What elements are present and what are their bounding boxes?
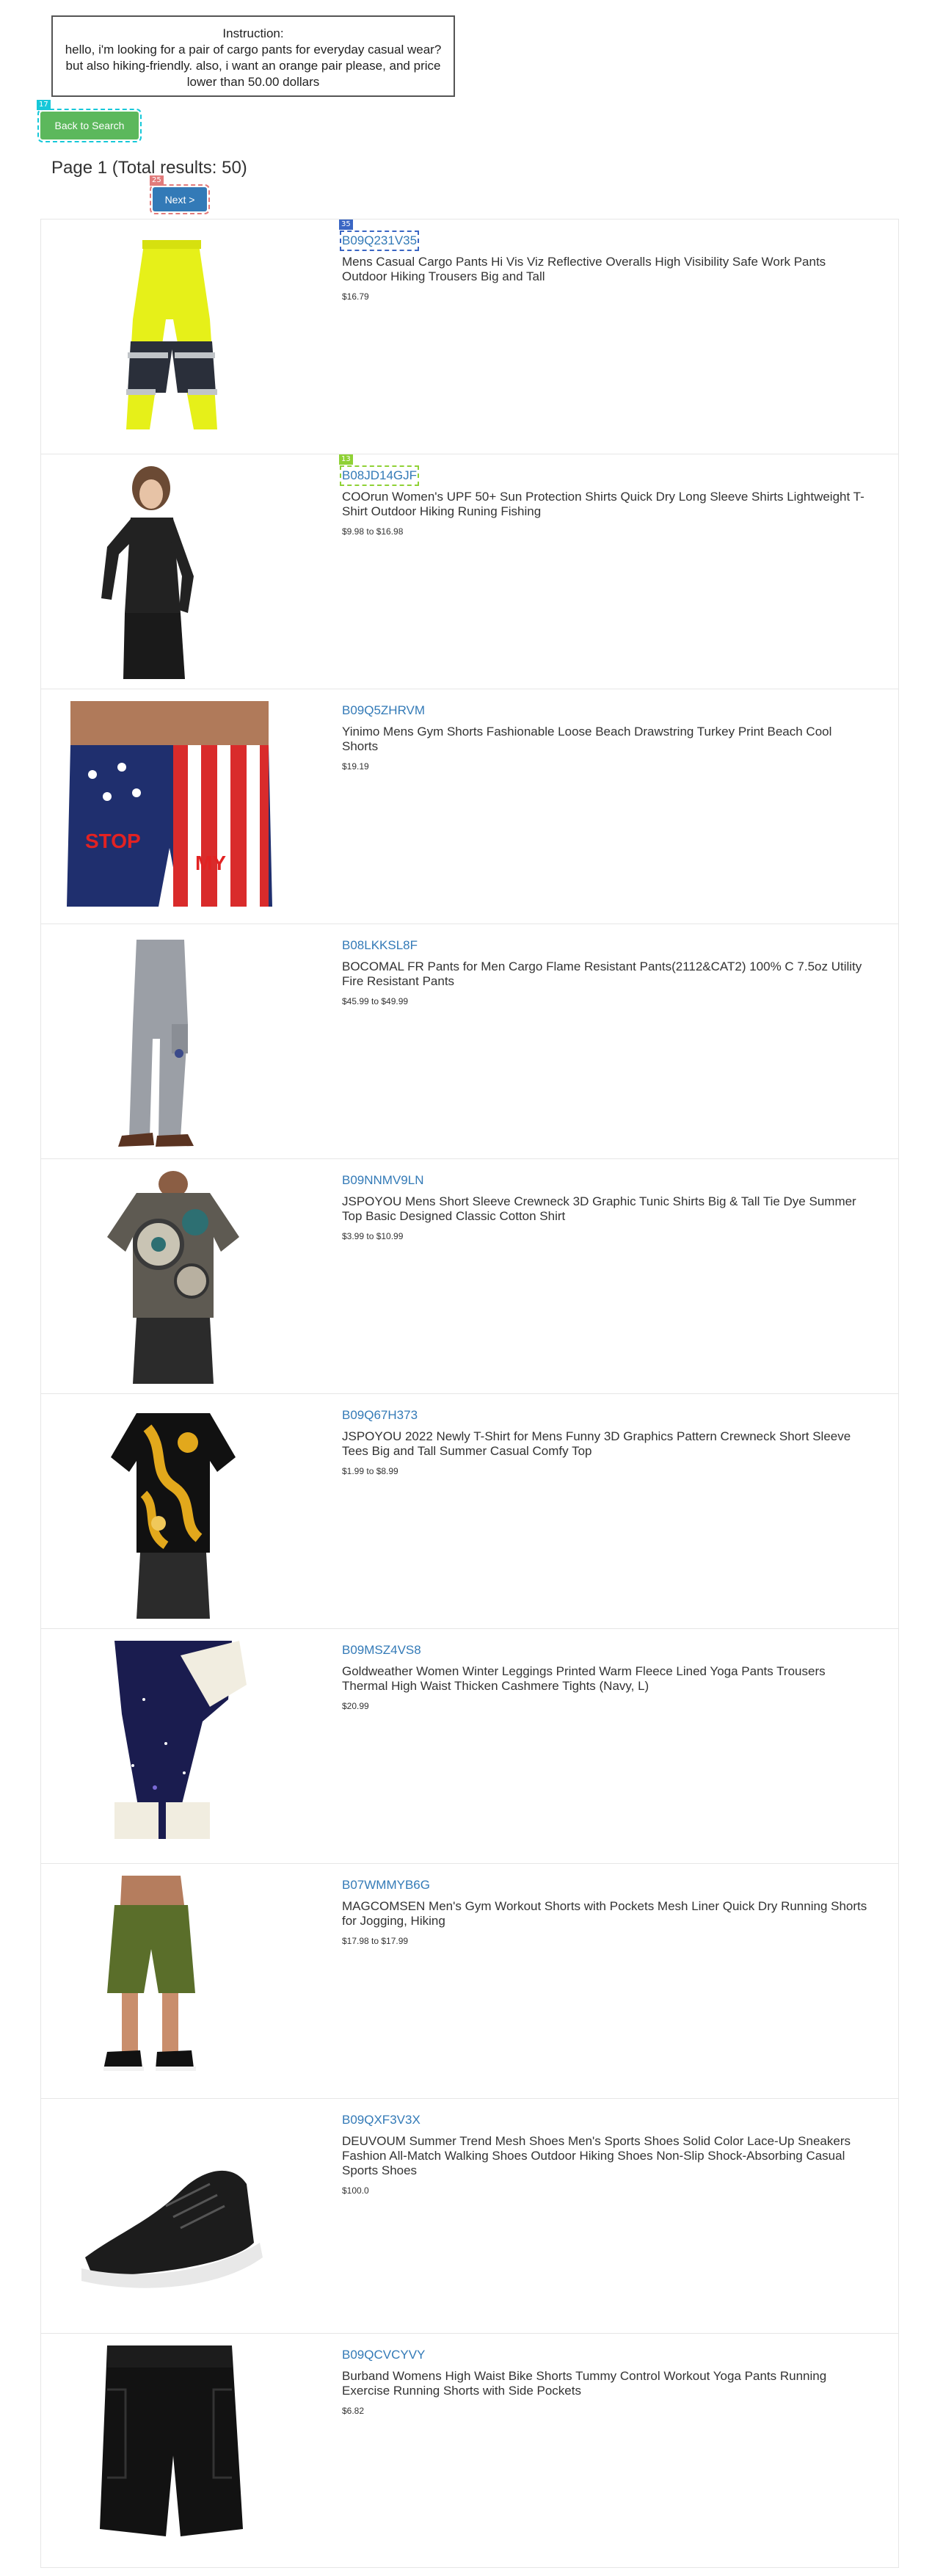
product-asin-link[interactable]: B09Q67H373 xyxy=(342,1407,418,1423)
product-price: $6.82 xyxy=(342,2406,365,2416)
gear-print-shirt-image[interactable] xyxy=(63,1171,276,1384)
asin-marker: 13 xyxy=(339,454,353,465)
galaxy-leggings-image[interactable] xyxy=(63,1641,276,1854)
result-row: B08LKKSL8F BOCOMAL FR Pants for Men Carg… xyxy=(40,924,899,1158)
next-marker: 25 xyxy=(150,175,164,186)
results-list: 35 B09Q231V35 Mens Casual Cargo Pants Hi… xyxy=(40,219,899,2568)
product-price: $16.79 xyxy=(342,291,369,302)
instruction-heading: Instruction: xyxy=(222,26,284,40)
product-asin-link[interactable]: B08JD14GJF xyxy=(339,465,420,486)
product-asin-link[interactable]: B09Q5ZHRVM xyxy=(342,703,425,719)
product-price: $9.98 to $16.98 xyxy=(342,526,404,537)
product-asin-link[interactable]: B09Q231V35 xyxy=(339,231,420,251)
back-to-search-button[interactable]: Back to Search xyxy=(37,109,142,142)
product-title: Yinimo Mens Gym Shorts Fashionable Loose… xyxy=(342,725,832,753)
product-title: Mens Casual Cargo Pants Hi Vis Viz Refle… xyxy=(342,255,826,283)
next-page-button[interactable]: Next > xyxy=(150,184,210,214)
product-title: JSPOYOU 2022 Newly T-Shirt for Mens Funn… xyxy=(342,1429,851,1458)
olive-shorts-image[interactable] xyxy=(63,1876,276,2089)
asin-marker: 35 xyxy=(339,219,353,230)
result-row: B09QCVCYVY Burband Womens High Waist Bik… xyxy=(40,2333,899,2568)
product-price: $1.99 to $8.99 xyxy=(342,1466,398,1476)
product-title: Burband Womens High Waist Bike Shorts Tu… xyxy=(342,2369,827,2398)
product-asin-link[interactable]: B09QXF3V3X xyxy=(342,2112,421,2128)
bike-shorts-image[interactable] xyxy=(63,2345,276,2558)
product-title: JSPOYOU Mens Short Sleeve Crewneck 3D Gr… xyxy=(342,1194,856,1223)
product-title: BOCOMAL FR Pants for Men Cargo Flame Res… xyxy=(342,959,862,988)
product-price: $19.19 xyxy=(342,761,369,772)
product-price: $20.99 xyxy=(342,1701,369,1711)
result-row: B09MSZ4VS8 Goldweather Women Winter Legg… xyxy=(40,1628,899,1863)
svg-text:MY: MY xyxy=(195,852,226,874)
hi-vis-pants-image[interactable] xyxy=(63,231,276,444)
product-asin-link[interactable]: B08LKKSL8F xyxy=(342,937,418,954)
baroque-shirt-image[interactable] xyxy=(63,1406,276,1619)
result-row: B09QXF3V3X DEUVOUM Summer Trend Mesh Sho… xyxy=(40,2098,899,2333)
product-title: DEUVOUM Summer Trend Mesh Shoes Men's Sp… xyxy=(342,2134,851,2177)
product-price: $45.99 to $49.99 xyxy=(342,996,409,1006)
grey-cargo-pants-image[interactable] xyxy=(63,936,276,1149)
svg-text:STOP: STOP xyxy=(85,830,141,852)
product-asin-link[interactable]: B07WMMYB6G xyxy=(342,1877,430,1893)
sneaker-image[interactable] xyxy=(63,2111,276,2323)
product-asin-link[interactable]: B09NNMV9LN xyxy=(342,1172,424,1189)
result-row: 35 B09Q231V35 Mens Casual Cargo Pants Hi… xyxy=(40,219,899,454)
product-title: COOrun Women's UPF 50+ Sun Protection Sh… xyxy=(342,490,864,518)
result-row: B09Q67H373 JSPOYOU 2022 Newly T-Shirt fo… xyxy=(40,1393,899,1628)
product-asin-link[interactable]: B09QCVCYVY xyxy=(342,2347,425,2363)
product-title: MAGCOMSEN Men's Gym Workout Shorts with … xyxy=(342,1899,867,1928)
product-asin-link[interactable]: B09MSZ4VS8 xyxy=(342,1642,421,1658)
instruction-box: Instruction: hello, i'm looking for a pa… xyxy=(51,15,455,97)
long-sleeve-shirt-image[interactable] xyxy=(63,466,276,679)
product-price: $17.98 to $17.99 xyxy=(342,1936,409,1946)
result-row: B09NNMV9LN JSPOYOU Mens Short Sleeve Cre… xyxy=(40,1158,899,1393)
product-price: $3.99 to $10.99 xyxy=(342,1231,404,1241)
result-row: B07WMMYB6G MAGCOMSEN Men's Gym Workout S… xyxy=(40,1863,899,2098)
flag-shorts-image[interactable]: STOP MY xyxy=(63,701,276,914)
result-row: 13 B08JD14GJF COOrun Women's UPF 50+ Sun… xyxy=(40,454,899,689)
product-title: Goldweather Women Winter Leggings Printe… xyxy=(342,1664,826,1693)
instruction-text: hello, i'm looking for a pair of cargo p… xyxy=(65,43,442,89)
back-marker: 17 xyxy=(37,100,51,110)
result-row: STOP MY B09Q5ZHRVM Yinimo Mens Gym Short… xyxy=(40,689,899,924)
product-price: $100.0 xyxy=(342,2185,369,2196)
